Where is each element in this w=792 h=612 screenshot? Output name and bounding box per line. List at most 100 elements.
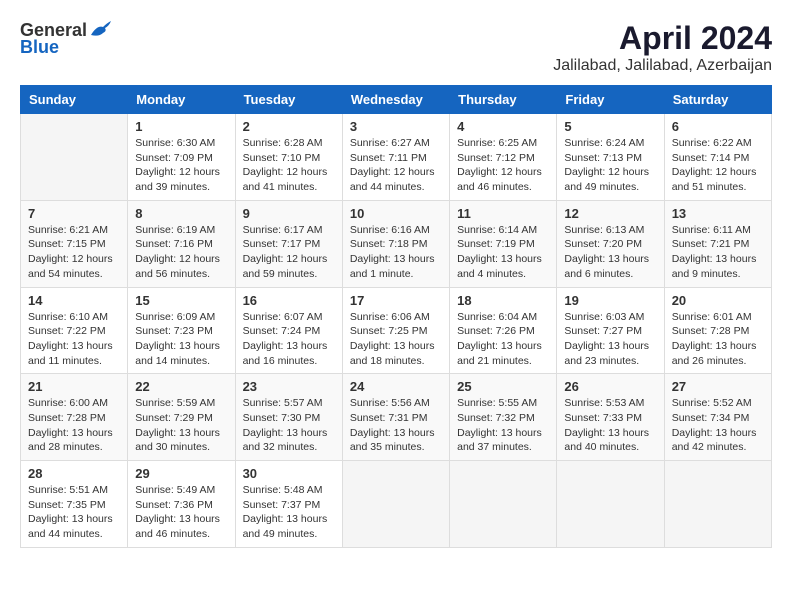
calendar-cell [342,461,449,548]
day-number: 22 [135,379,227,394]
day-number: 25 [457,379,549,394]
page-header: General Blue April 2024 Jalilabad, Jalil… [20,20,772,75]
calendar-cell: 27 Sunrise: 5:52 AM Sunset: 7:34 PM Dayli… [664,374,771,461]
calendar-cell [450,461,557,548]
calendar-cell: 16 Sunrise: 6:07 AM Sunset: 7:24 PM Dayli… [235,287,342,374]
day-info: Sunrise: 5:59 AM Sunset: 7:29 PM Dayligh… [135,396,227,455]
month-title: April 2024 [553,20,772,57]
logo: General Blue [20,20,111,58]
calendar-cell: 22 Sunrise: 5:59 AM Sunset: 7:29 PM Dayli… [128,374,235,461]
day-info: Sunrise: 6:04 AM Sunset: 7:26 PM Dayligh… [457,310,549,369]
day-number: 3 [350,119,442,134]
day-number: 13 [672,206,764,221]
calendar-cell: 6 Sunrise: 6:22 AM Sunset: 7:14 PM Daylig… [664,114,771,201]
day-info: Sunrise: 6:22 AM Sunset: 7:14 PM Dayligh… [672,136,764,195]
calendar-cell: 18 Sunrise: 6:04 AM Sunset: 7:26 PM Dayli… [450,287,557,374]
day-number: 24 [350,379,442,394]
header-thursday: Thursday [450,86,557,114]
day-info: Sunrise: 6:07 AM Sunset: 7:24 PM Dayligh… [243,310,335,369]
day-number: 18 [457,293,549,308]
calendar-cell: 1Sunrise: 6:30 AM Sunset: 7:09 PM Daylig… [128,114,235,201]
calendar-cell: 21Sunrise: 6:00 AM Sunset: 7:28 PM Dayli… [21,374,128,461]
day-info: Sunrise: 6:27 AM Sunset: 7:11 PM Dayligh… [350,136,442,195]
title-area: April 2024 Jalilabad, Jalilabad, Azerbai… [553,20,772,75]
header-saturday: Saturday [664,86,771,114]
calendar-cell: 20 Sunrise: 6:01 AM Sunset: 7:28 PM Dayli… [664,287,771,374]
day-number: 4 [457,119,549,134]
header-tuesday: Tuesday [235,86,342,114]
calendar-table: SundayMondayTuesdayWednesdayThursdayFrid… [20,85,772,548]
header-monday: Monday [128,86,235,114]
header-row: SundayMondayTuesdayWednesdayThursdayFrid… [21,86,772,114]
day-number: 2 [243,119,335,134]
day-number: 10 [350,206,442,221]
day-number: 6 [672,119,764,134]
day-info: Sunrise: 5:53 AM Sunset: 7:33 PM Dayligh… [564,396,656,455]
week-row-3: 14Sunrise: 6:10 AM Sunset: 7:22 PM Dayli… [21,287,772,374]
day-info: Sunrise: 6:14 AM Sunset: 7:19 PM Dayligh… [457,223,549,282]
day-info: Sunrise: 6:21 AM Sunset: 7:15 PM Dayligh… [28,223,120,282]
logo-text-blue: Blue [20,37,59,58]
calendar-cell [557,461,664,548]
day-number: 20 [672,293,764,308]
calendar-cell: 30 Sunrise: 5:48 AM Sunset: 7:37 PM Dayli… [235,461,342,548]
day-info: Sunrise: 5:55 AM Sunset: 7:32 PM Dayligh… [457,396,549,455]
day-info: Sunrise: 6:10 AM Sunset: 7:22 PM Dayligh… [28,310,120,369]
day-info: Sunrise: 5:49 AM Sunset: 7:36 PM Dayligh… [135,483,227,542]
calendar-cell: 8 Sunrise: 6:19 AM Sunset: 7:16 PM Daylig… [128,200,235,287]
calendar-cell: 13 Sunrise: 6:11 AM Sunset: 7:21 PM Dayli… [664,200,771,287]
calendar-cell: 14Sunrise: 6:10 AM Sunset: 7:22 PM Dayli… [21,287,128,374]
day-info: Sunrise: 5:48 AM Sunset: 7:37 PM Dayligh… [243,483,335,542]
day-info: Sunrise: 6:28 AM Sunset: 7:10 PM Dayligh… [243,136,335,195]
calendar-header: SundayMondayTuesdayWednesdayThursdayFrid… [21,86,772,114]
day-info: Sunrise: 6:01 AM Sunset: 7:28 PM Dayligh… [672,310,764,369]
calendar-cell: 25 Sunrise: 5:55 AM Sunset: 7:32 PM Dayli… [450,374,557,461]
week-row-5: 28 Sunrise: 5:51 AM Sunset: 7:35 PM Dayli… [21,461,772,548]
day-info: Sunrise: 6:24 AM Sunset: 7:13 PM Dayligh… [564,136,656,195]
calendar-cell [21,114,128,201]
logo-bird-icon [89,21,111,39]
day-number: 15 [135,293,227,308]
week-row-2: 7 Sunrise: 6:21 AM Sunset: 7:15 PM Daylig… [21,200,772,287]
day-info: Sunrise: 6:25 AM Sunset: 7:12 PM Dayligh… [457,136,549,195]
day-info: Sunrise: 5:51 AM Sunset: 7:35 PM Dayligh… [28,483,120,542]
header-wednesday: Wednesday [342,86,449,114]
calendar-cell: 12Sunrise: 6:13 AM Sunset: 7:20 PM Dayli… [557,200,664,287]
calendar-body: 1Sunrise: 6:30 AM Sunset: 7:09 PM Daylig… [21,114,772,548]
day-number: 29 [135,466,227,481]
day-number: 19 [564,293,656,308]
day-number: 16 [243,293,335,308]
day-number: 8 [135,206,227,221]
day-info: Sunrise: 6:03 AM Sunset: 7:27 PM Dayligh… [564,310,656,369]
calendar-cell: 9Sunrise: 6:17 AM Sunset: 7:17 PM Daylig… [235,200,342,287]
header-sunday: Sunday [21,86,128,114]
day-info: Sunrise: 6:13 AM Sunset: 7:20 PM Dayligh… [564,223,656,282]
calendar-cell: 17 Sunrise: 6:06 AM Sunset: 7:25 PM Dayli… [342,287,449,374]
day-number: 11 [457,206,549,221]
day-number: 27 [672,379,764,394]
calendar-cell: 7 Sunrise: 6:21 AM Sunset: 7:15 PM Daylig… [21,200,128,287]
day-number: 28 [28,466,120,481]
calendar-cell [664,461,771,548]
day-info: Sunrise: 6:06 AM Sunset: 7:25 PM Dayligh… [350,310,442,369]
calendar-cell: 11 Sunrise: 6:14 AM Sunset: 7:19 PM Dayli… [450,200,557,287]
calendar-cell: 15Sunrise: 6:09 AM Sunset: 7:23 PM Dayli… [128,287,235,374]
calendar-cell: 19 Sunrise: 6:03 AM Sunset: 7:27 PM Dayli… [557,287,664,374]
calendar-cell: 28 Sunrise: 5:51 AM Sunset: 7:35 PM Dayli… [21,461,128,548]
calendar-cell: 29 Sunrise: 5:49 AM Sunset: 7:36 PM Dayli… [128,461,235,548]
day-info: Sunrise: 5:57 AM Sunset: 7:30 PM Dayligh… [243,396,335,455]
day-info: Sunrise: 6:30 AM Sunset: 7:09 PM Dayligh… [135,136,227,195]
day-number: 30 [243,466,335,481]
day-number: 21 [28,379,120,394]
calendar-cell: 26 Sunrise: 5:53 AM Sunset: 7:33 PM Dayli… [557,374,664,461]
day-info: Sunrise: 6:11 AM Sunset: 7:21 PM Dayligh… [672,223,764,282]
location-title: Jalilabad, Jalilabad, Azerbaijan [553,57,772,75]
day-info: Sunrise: 5:52 AM Sunset: 7:34 PM Dayligh… [672,396,764,455]
day-number: 7 [28,206,120,221]
day-number: 26 [564,379,656,394]
day-number: 17 [350,293,442,308]
header-friday: Friday [557,86,664,114]
day-info: Sunrise: 6:19 AM Sunset: 7:16 PM Dayligh… [135,223,227,282]
calendar-cell: 4 Sunrise: 6:25 AM Sunset: 7:12 PM Daylig… [450,114,557,201]
week-row-1: 1Sunrise: 6:30 AM Sunset: 7:09 PM Daylig… [21,114,772,201]
